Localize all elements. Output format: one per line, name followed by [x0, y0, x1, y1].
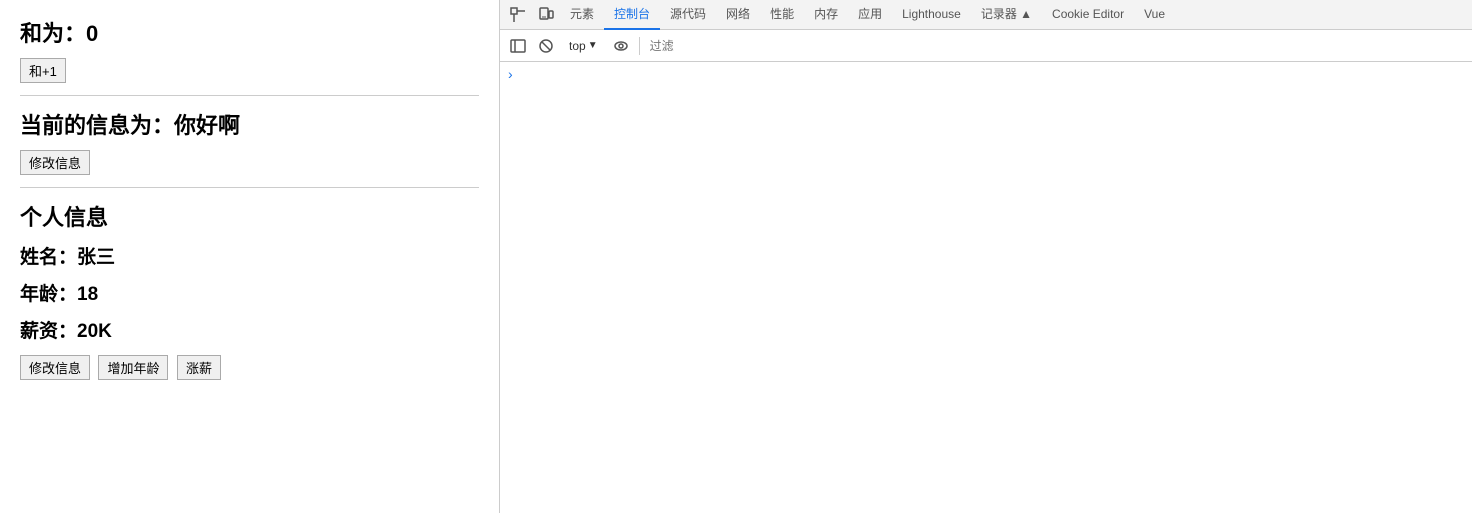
tab-sources[interactable]: 源代码 — [660, 0, 716, 30]
tab-performance[interactable]: 性能 — [760, 0, 804, 30]
context-label: top — [569, 39, 586, 53]
sidebar-toggle-icon[interactable] — [506, 34, 530, 58]
sum-title: 和为：0 — [20, 16, 479, 48]
message-section: 当前的信息为：你好啊 修改信息 — [20, 108, 479, 188]
sum-section: 和为：0 和+1 — [20, 16, 479, 96]
console-toolbar: top ▼ — [500, 30, 1472, 62]
person-age: 年龄：18 — [20, 279, 479, 306]
inspect-icon[interactable] — [504, 1, 532, 29]
sum-button[interactable]: 和+1 — [20, 58, 66, 83]
dropdown-arrow-icon: ▼ — [588, 40, 598, 51]
tab-elements[interactable]: 元素 — [560, 0, 604, 30]
person-name: 姓名：张三 — [20, 242, 479, 269]
device-icon[interactable] — [532, 1, 560, 29]
console-expand-arrow[interactable]: › — [508, 66, 513, 82]
filter-input[interactable] — [646, 37, 1466, 55]
modify-message-button[interactable]: 修改信息 — [20, 150, 90, 175]
raise-salary-button[interactable]: 涨薪 — [177, 355, 221, 380]
devtools-panel: 元素 控制台 源代码 网络 性能 内存 应用 Lighthouse 记录器 ▲ … — [500, 0, 1472, 513]
tab-cookie-editor[interactable]: Cookie Editor — [1042, 0, 1134, 30]
personal-buttons: 修改信息 增加年龄 涨薪 — [20, 355, 479, 380]
eye-icon[interactable] — [609, 34, 633, 58]
tab-console[interactable]: 控制台 — [604, 0, 660, 30]
devtools-tab-bar: 元素 控制台 源代码 网络 性能 内存 应用 Lighthouse 记录器 ▲ … — [500, 0, 1472, 30]
tab-recorder[interactable]: 记录器 ▲ — [971, 0, 1042, 30]
tab-memory[interactable]: 内存 — [804, 0, 848, 30]
separator — [639, 37, 640, 55]
personal-section: 个人信息 姓名：张三 年龄：18 薪资：20K 修改信息 增加年龄 涨薪 — [20, 200, 479, 380]
tab-vue[interactable]: Vue — [1134, 0, 1175, 30]
increase-age-button[interactable]: 增加年龄 — [98, 355, 168, 380]
tab-lighthouse[interactable]: Lighthouse — [892, 0, 971, 30]
personal-heading: 个人信息 — [20, 200, 479, 232]
app-content: 和为：0 和+1 当前的信息为：你好啊 修改信息 个人信息 姓名：张三 年龄：1… — [0, 0, 500, 513]
modify-personal-button[interactable]: 修改信息 — [20, 355, 90, 380]
person-salary: 薪资：20K — [20, 316, 479, 343]
tab-application[interactable]: 应用 — [848, 0, 892, 30]
context-selector[interactable]: top ▼ — [562, 36, 605, 56]
clear-console-icon[interactable] — [534, 34, 558, 58]
message-title: 当前的信息为：你好啊 — [20, 108, 479, 140]
console-content: › — [500, 62, 1472, 513]
tab-network[interactable]: 网络 — [716, 0, 760, 30]
